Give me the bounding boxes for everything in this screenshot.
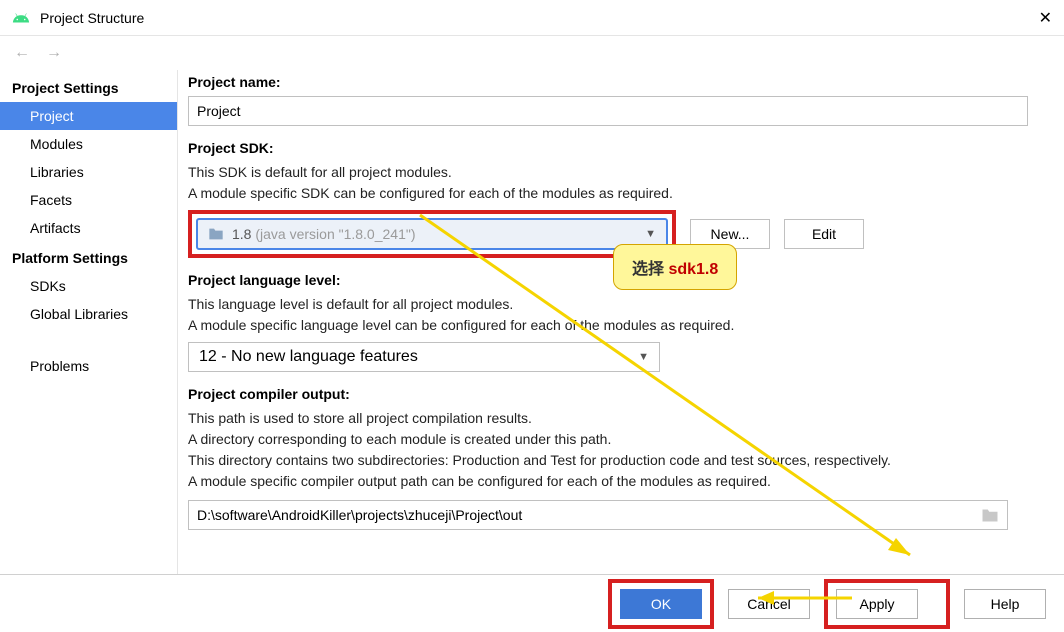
folder-icon (208, 227, 224, 241)
sidebar-item-problems[interactable]: Problems (0, 352, 177, 380)
apply-button[interactable]: Apply (836, 589, 918, 619)
out-desc-4: A module specific compiler output path c… (188, 471, 1040, 492)
apply-highlight: Apply (824, 579, 950, 629)
language-level-select[interactable]: 12 - No new language features ▼ (188, 342, 660, 372)
sidebar: Project Settings Project Modules Librari… (0, 70, 178, 590)
sidebar-item-artifacts[interactable]: Artifacts (0, 214, 177, 242)
language-level-text: 12 - No new language features (199, 348, 418, 366)
title-bar: Project Structure ✕ (0, 0, 1064, 36)
help-button[interactable]: Help (964, 589, 1046, 619)
sidebar-item-sdks[interactable]: SDKs (0, 272, 177, 300)
sidebar-item-project[interactable]: Project (0, 102, 177, 130)
window-title: Project Structure (40, 10, 1022, 26)
sidebar-item-modules[interactable]: Modules (0, 130, 177, 158)
back-icon[interactable]: ← (10, 42, 34, 64)
sdk-selected-text: 1.8 (java version "1.8.0_241") (232, 226, 416, 242)
compiler-output-label: Project compiler output: (188, 386, 1040, 402)
project-sdk-label: Project SDK: (188, 140, 1040, 156)
chevron-down-icon: ▼ (645, 228, 656, 240)
lang-desc-1: This language level is default for all p… (188, 294, 1040, 315)
lang-desc-2: A module specific language level can be … (188, 315, 1040, 336)
out-desc-1: This path is used to store all project c… (188, 408, 1040, 429)
nav-toolbar: ← → (0, 36, 1064, 70)
project-sdk-select[interactable]: 1.8 (java version "1.8.0_241") ▼ (196, 218, 668, 250)
ok-highlight: OK (608, 579, 714, 629)
compiler-output-input[interactable]: D:\software\AndroidKiller\projects\zhuce… (188, 500, 1008, 530)
content-panel: Project name: Project SDK: This SDK is d… (178, 70, 1064, 590)
android-icon (12, 9, 30, 27)
edit-sdk-button[interactable]: Edit (784, 219, 864, 249)
chevron-down-icon: ▼ (638, 351, 649, 363)
sidebar-item-facets[interactable]: Facets (0, 186, 177, 214)
section-project-settings: Project Settings (0, 72, 177, 102)
sidebar-item-libraries[interactable]: Libraries (0, 158, 177, 186)
compiler-output-path: D:\software\AndroidKiller\projects\zhuce… (197, 507, 522, 523)
section-platform-settings: Platform Settings (0, 242, 177, 272)
out-desc-3: This directory contains two subdirectori… (188, 450, 1040, 471)
close-icon[interactable]: ✕ (1022, 8, 1052, 28)
browse-folder-icon[interactable] (981, 508, 999, 523)
button-bar: OK Cancel Apply Help (0, 574, 1064, 632)
ok-button[interactable]: OK (620, 589, 702, 619)
annotation-callout: 选择 sdk1.8 (613, 244, 737, 290)
out-desc-2: A directory corresponding to each module… (188, 429, 1040, 450)
sdk-desc-2: A module specific SDK can be configured … (188, 183, 1040, 204)
project-name-label: Project name: (188, 74, 1040, 90)
project-name-input[interactable] (188, 96, 1028, 126)
sdk-desc-1: This SDK is default for all project modu… (188, 162, 1040, 183)
sdk-select-highlight: 1.8 (java version "1.8.0_241") ▼ (188, 210, 676, 258)
sidebar-item-global-libraries[interactable]: Global Libraries (0, 300, 177, 328)
cancel-button[interactable]: Cancel (728, 589, 810, 619)
forward-icon[interactable]: → (42, 42, 66, 64)
